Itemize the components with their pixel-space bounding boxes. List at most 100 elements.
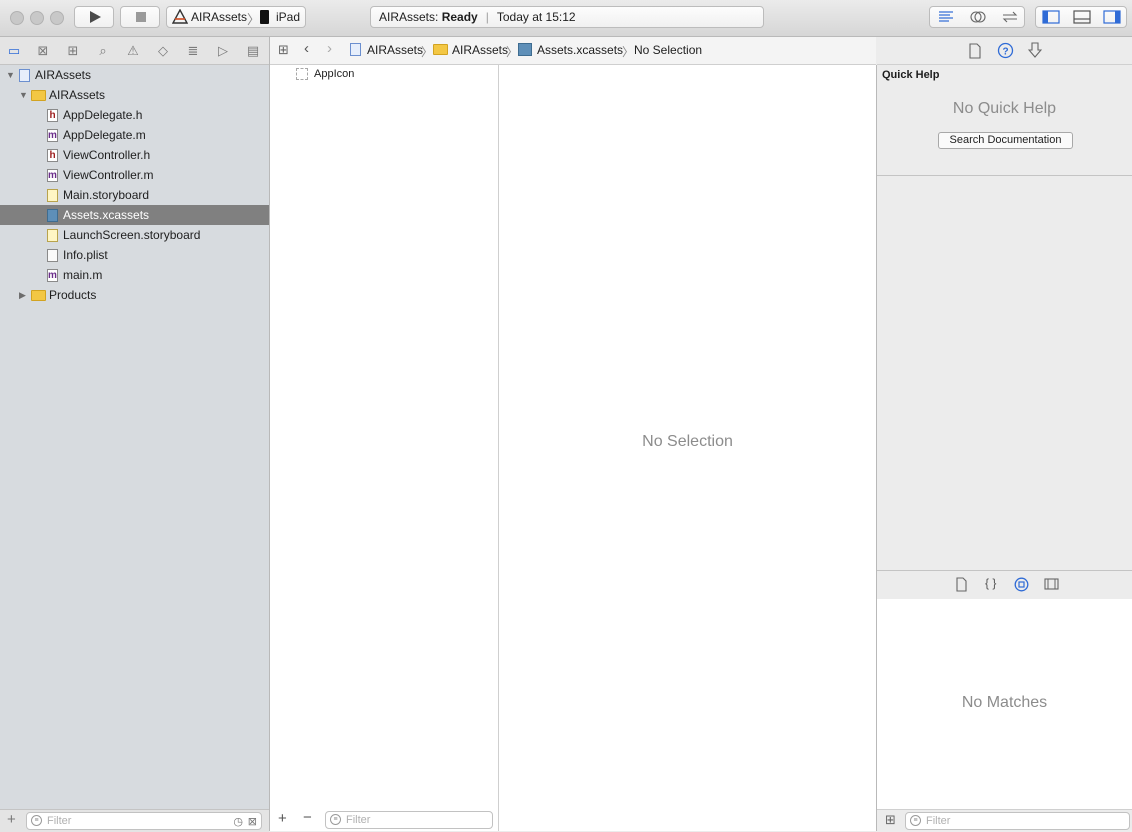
tree-row-file[interactable]: Main.storyboard bbox=[0, 185, 269, 205]
folder-icon bbox=[31, 90, 46, 101]
tree-label: AppDelegate.m bbox=[63, 128, 146, 142]
tree-row-group[interactable]: ▶ Products bbox=[0, 285, 269, 305]
zoom-window-button[interactable] bbox=[50, 11, 64, 25]
asset-filter-field[interactable]: ≡ Filter bbox=[325, 811, 493, 829]
media-icon[interactable] bbox=[1044, 577, 1059, 591]
search-documentation-button[interactable]: Search Documentation bbox=[938, 132, 1073, 149]
status-state: Ready bbox=[441, 10, 478, 24]
library-empty-text: No Matches bbox=[961, 694, 1048, 711]
asset-row[interactable]: AppIcon bbox=[270, 65, 498, 83]
filter-placeholder: Filter bbox=[346, 814, 371, 826]
chevron-right-icon: 〉 bbox=[421, 45, 434, 59]
folder-icon[interactable]: ▭ bbox=[5, 42, 23, 60]
tree-label: Main.storyboard bbox=[63, 188, 150, 202]
tree-row-project[interactable]: ▼ AIRAssets bbox=[0, 65, 269, 85]
show-utilities-icon[interactable] bbox=[1102, 9, 1122, 25]
app-icon-placeholder-icon bbox=[296, 68, 308, 80]
remove-asset-icon[interactable]: − bbox=[303, 809, 312, 826]
quick-help-icon[interactable]: ? bbox=[997, 42, 1014, 59]
tree-row-file[interactable]: h AppDelegate.h bbox=[0, 105, 269, 125]
code-snippet-icon[interactable]: { } bbox=[985, 576, 996, 590]
disclosure-open-icon[interactable]: ▼ bbox=[19, 85, 28, 105]
object-icon[interactable] bbox=[1014, 577, 1029, 592]
filter-placeholder: Filter bbox=[926, 815, 951, 827]
breadcrumb-selection[interactable]: No Selection bbox=[634, 43, 702, 57]
stop-button[interactable] bbox=[120, 6, 160, 28]
navigator-filter-field[interactable]: ≡ Filter ◷ ⊠ bbox=[26, 812, 262, 830]
minimize-window-button[interactable] bbox=[30, 11, 44, 25]
file-icon[interactable] bbox=[968, 43, 982, 59]
tree-row-file[interactable]: LaunchScreen.storyboard bbox=[0, 225, 269, 245]
implementation-file-icon: m bbox=[47, 169, 58, 182]
breadcrumb-project[interactable]: AIRAssets bbox=[367, 43, 423, 57]
tree-label: Assets.xcassets bbox=[63, 208, 150, 222]
test-diamond-icon[interactable]: ◇ bbox=[154, 42, 172, 60]
tree-row-file[interactable]: h ViewController.h bbox=[0, 145, 269, 165]
grid-view-icon[interactable]: ⊞ bbox=[885, 812, 896, 828]
asset-catalog-icon bbox=[518, 43, 532, 56]
tree-label: ViewController.m bbox=[63, 168, 154, 182]
asset-name: AppIcon bbox=[314, 68, 355, 80]
tree-row-group[interactable]: ▼ AIRAssets bbox=[0, 85, 269, 105]
tree-row-file[interactable]: m ViewController.m bbox=[0, 165, 269, 185]
debug-list-icon[interactable]: ≣ bbox=[184, 42, 202, 60]
scm-status-icon[interactable]: ⊠ bbox=[248, 814, 257, 830]
related-items-icon[interactable]: ⊞ bbox=[278, 42, 289, 58]
show-navigator-icon[interactable] bbox=[1041, 9, 1061, 25]
navigator-selector-bar: ▭ ⊠ ⊞ ⌕ ⚠ ◇ ≣ ▷ ▤ bbox=[0, 37, 269, 65]
warning-icon[interactable]: ⚠ bbox=[124, 42, 142, 60]
asset-catalog-icon bbox=[47, 209, 58, 222]
breakpoint-icon[interactable]: ▷ bbox=[214, 42, 232, 60]
folder-icon bbox=[31, 290, 46, 301]
scheme-selector[interactable]: AIRAssets 〉 iPad bbox=[166, 6, 306, 28]
quick-help-empty-text: No Quick Help bbox=[952, 100, 1057, 117]
forward-arrow-icon[interactable]: › bbox=[327, 40, 332, 57]
header-file-icon: h bbox=[47, 149, 58, 162]
version-editor-icon[interactable] bbox=[1000, 9, 1020, 25]
scheme-name: AIRAssets bbox=[191, 10, 248, 24]
status-project: AIRAssets: bbox=[379, 10, 439, 24]
hammer-app-icon bbox=[172, 9, 188, 24]
attributes-icon[interactable] bbox=[1028, 42, 1042, 59]
close-window-button[interactable] bbox=[10, 11, 24, 25]
project-file-icon bbox=[350, 43, 361, 56]
run-button[interactable] bbox=[74, 6, 114, 28]
tree-row-file-selected[interactable]: Assets.xcassets bbox=[0, 205, 269, 225]
chevron-right-icon: 〉 bbox=[506, 45, 519, 59]
utilities-area: ? Quick Help No Quick Help Search Docume… bbox=[877, 37, 1132, 832]
hierarchy-icon[interactable]: ⊞ bbox=[64, 42, 82, 60]
standard-editor-icon[interactable] bbox=[936, 9, 956, 25]
filter-placeholder: Filter bbox=[47, 815, 72, 827]
tree-row-file[interactable]: m AppDelegate.m bbox=[0, 125, 269, 145]
disclosure-closed-icon[interactable]: ▶ bbox=[19, 285, 26, 305]
breadcrumb-group[interactable]: AIRAssets bbox=[452, 43, 508, 57]
back-arrow-icon[interactable]: ‹ bbox=[304, 40, 309, 57]
library-selector-bar: { } bbox=[877, 570, 1132, 600]
filter-icon: ≡ bbox=[31, 815, 42, 826]
tree-row-file[interactable]: Info.plist bbox=[0, 245, 269, 265]
disclosure-open-icon[interactable]: ▼ bbox=[6, 65, 15, 85]
library-filter-bar: ⊞ ≡ Filter bbox=[877, 809, 1132, 832]
project-file-icon bbox=[19, 69, 30, 82]
file-template-icon[interactable] bbox=[955, 577, 968, 592]
tree-row-file[interactable]: m main.m bbox=[0, 265, 269, 285]
tree-label: LaunchScreen.storyboard bbox=[63, 228, 201, 242]
report-icon[interactable]: ▤ bbox=[244, 42, 262, 60]
recent-files-icon[interactable]: ◷ bbox=[233, 814, 243, 830]
add-asset-icon[interactable]: + bbox=[278, 810, 287, 827]
library-filter-field[interactable]: ≡ Filter bbox=[905, 812, 1130, 830]
implementation-file-icon: m bbox=[47, 269, 58, 282]
tree-label: ViewController.h bbox=[63, 148, 151, 162]
destination-name[interactable]: iPad bbox=[276, 10, 300, 24]
storyboard-file-icon bbox=[47, 229, 58, 242]
show-debug-area-icon[interactable] bbox=[1072, 9, 1092, 25]
inspector-title: Quick Help bbox=[882, 69, 940, 81]
tree-label: AIRAssets bbox=[49, 88, 106, 102]
status-text: AIRAssets: Ready bbox=[371, 10, 486, 24]
search-icon[interactable]: ⌕ bbox=[94, 42, 112, 60]
status-time: Today at 15:12 bbox=[496, 10, 576, 24]
assistant-editor-icon[interactable] bbox=[968, 9, 988, 25]
issue-x-icon[interactable]: ⊠ bbox=[34, 42, 52, 60]
breadcrumb-file[interactable]: Assets.xcassets bbox=[537, 43, 623, 57]
add-icon[interactable]: + bbox=[7, 811, 16, 828]
